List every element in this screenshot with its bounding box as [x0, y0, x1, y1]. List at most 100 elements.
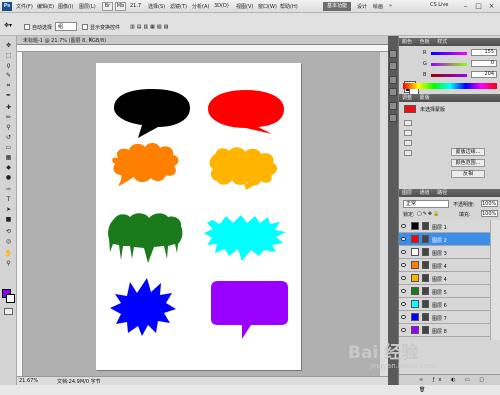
- marquee-tool-icon[interactable]: ⬚: [3, 52, 14, 60]
- eye-icon[interactable]: [401, 302, 406, 306]
- auto-select-checkbox[interactable]: [24, 24, 30, 30]
- path-select-tool-icon[interactable]: ➤: [3, 206, 14, 214]
- density-icon[interactable]: [404, 140, 412, 146]
- fill-field[interactable]: 100%: [481, 210, 498, 217]
- workspace-more-icon[interactable]: »: [389, 3, 392, 9]
- slider-g-track[interactable]: [431, 63, 467, 66]
- layer-row[interactable]: 图层 5: [399, 285, 490, 298]
- type-tool-icon[interactable]: T: [3, 196, 14, 204]
- workspace-paint-link[interactable]: 绘画: [373, 3, 383, 10]
- eye-icon[interactable]: [401, 289, 406, 293]
- character-panel-icon[interactable]: [389, 102, 397, 110]
- menu-layer[interactable]: 图层(L): [79, 3, 96, 10]
- zoom-tool-icon[interactable]: ⚲: [3, 260, 14, 268]
- lock-icons[interactable]: ▢✎✥🔒: [417, 211, 440, 217]
- actions-panel-icon[interactable]: [389, 62, 397, 70]
- pixel-mask-icon[interactable]: [404, 120, 412, 126]
- tab-styles[interactable]: 样式: [437, 38, 447, 46]
- hand-tool-icon[interactable]: ✋: [3, 250, 14, 258]
- mask-edge-button[interactable]: 蒙版边缘...: [451, 148, 485, 156]
- align-buttons-icon[interactable]: ▥▤▥▦▧▨: [130, 24, 170, 30]
- menu-3d[interactable]: 3D(D): [214, 3, 229, 9]
- history-brush-tool-icon[interactable]: ↺: [3, 134, 14, 142]
- 3d-rotate-tool-icon[interactable]: ⟲: [3, 228, 14, 236]
- layer-row[interactable]: 图层 4: [399, 259, 490, 272]
- slider-r[interactable]: R 155: [423, 49, 499, 57]
- speech-bubble-orange[interactable]: [112, 142, 179, 186]
- document-size-info[interactable]: 文档:24.9M/0 字节: [57, 378, 101, 385]
- slider-r-value[interactable]: 155: [471, 49, 497, 56]
- slider-g-value[interactable]: 0: [471, 60, 497, 67]
- brush-tool-icon[interactable]: ✏: [3, 114, 14, 122]
- show-transform-checkbox[interactable]: [82, 24, 88, 30]
- speech-bubble-green[interactable]: [108, 213, 183, 263]
- maximize-icon[interactable]: □: [473, 1, 484, 11]
- slider-b-track[interactable]: [431, 74, 467, 77]
- eye-icon[interactable]: [401, 237, 406, 241]
- 3d-camera-tool-icon[interactable]: ◎: [3, 238, 14, 246]
- brush-panel-icon[interactable]: [389, 76, 397, 84]
- workspace-design-link[interactable]: 设计: [357, 3, 367, 10]
- minibridge-icon[interactable]: Mb: [115, 2, 126, 11]
- speech-bubble-purple[interactable]: [211, 281, 288, 339]
- eyedropper-tool-icon[interactable]: ✒: [3, 92, 14, 100]
- tab-color[interactable]: 颜色: [402, 38, 412, 46]
- invert-button[interactable]: 反相: [451, 170, 485, 178]
- layer-row[interactable]: 图层 3: [399, 246, 490, 259]
- eye-icon[interactable]: [401, 276, 406, 280]
- lasso-tool-icon[interactable]: ϙ: [3, 62, 14, 70]
- tab-adjustments[interactable]: 调整: [402, 94, 412, 102]
- menu-window[interactable]: 窗口(W): [258, 3, 277, 10]
- eye-icon[interactable]: [401, 315, 406, 319]
- tab-swatches[interactable]: 色板: [420, 38, 430, 46]
- zoom-percentage-field[interactable]: 21.67%: [19, 378, 38, 384]
- slider-g[interactable]: G 0: [423, 60, 499, 68]
- menu-view[interactable]: 视图(V): [236, 3, 253, 10]
- crop-tool-icon[interactable]: ⌗: [3, 82, 14, 90]
- slider-r-track[interactable]: [431, 52, 467, 55]
- dodge-tool-icon[interactable]: ●: [3, 174, 14, 182]
- vector-mask-icon[interactable]: [404, 130, 412, 136]
- color-spectrum-bar[interactable]: [403, 83, 497, 89]
- vertical-scrollbar[interactable]: [380, 52, 388, 376]
- pen-tool-icon[interactable]: ✑: [3, 186, 14, 194]
- menu-file[interactable]: 文件(F): [16, 3, 33, 10]
- blur-tool-icon[interactable]: ◆: [3, 164, 14, 172]
- clone-stamp-tool-icon[interactable]: ⚲: [3, 124, 14, 132]
- layer-row[interactable]: 图层 1: [399, 220, 490, 233]
- document-tab[interactable]: 未标题-1 @ 21.7% (图层 8, RGB/8) ×: [17, 36, 388, 45]
- color-range-button[interactable]: 颜色范围...: [451, 159, 485, 167]
- quick-select-tool-icon[interactable]: ✎: [3, 72, 14, 80]
- menu-edit[interactable]: 编辑(E): [37, 3, 54, 10]
- paragraph-panel-icon[interactable]: [389, 114, 397, 122]
- feather-icon[interactable]: [404, 150, 412, 156]
- layer-row[interactable]: 图层 6: [399, 298, 490, 311]
- close-icon[interactable]: ×: [486, 1, 497, 11]
- move-tool-icon[interactable]: ✥: [3, 42, 14, 50]
- layer-row[interactable]: 图层 2: [399, 233, 490, 246]
- eye-icon[interactable]: [401, 224, 406, 228]
- tab-channels[interactable]: 通道: [420, 189, 430, 197]
- menu-filter[interactable]: 滤镜(T): [170, 3, 187, 10]
- shape-tool-icon[interactable]: ■: [3, 216, 14, 224]
- speech-bubble-black[interactable]: [114, 89, 190, 138]
- workspace-basic-button[interactable]: 基本功能: [323, 2, 351, 11]
- history-panel-icon[interactable]: [389, 50, 397, 58]
- cs-live-button[interactable]: CS Live: [430, 2, 448, 8]
- tab-layers[interactable]: 图层: [402, 189, 412, 197]
- tab-paths[interactable]: 路径: [437, 189, 447, 197]
- quick-mask-icon[interactable]: [4, 308, 13, 315]
- menu-image[interactable]: 图像(I): [58, 3, 73, 10]
- healing-tool-icon[interactable]: ✚: [3, 104, 14, 112]
- tab-masks[interactable]: 蒙版: [420, 94, 430, 102]
- layers-footer-icons[interactable]: ∞ ƒx ◐ ▭ ▢ 🗑: [399, 374, 500, 393]
- minimize-icon[interactable]: –: [460, 1, 471, 11]
- move-tool-preset-icon[interactable]: ✥▾: [4, 22, 20, 31]
- layer-row[interactable]: 图层 4: [399, 272, 490, 285]
- menu-select[interactable]: 选择(S): [148, 3, 165, 10]
- speech-bubble-cyan[interactable]: [204, 215, 286, 261]
- clone-source-panel-icon[interactable]: [389, 88, 397, 96]
- speech-bubble-red[interactable]: [208, 90, 284, 134]
- layer-row[interactable]: 图层 8: [399, 324, 490, 337]
- menu-help[interactable]: 帮助(H): [280, 3, 298, 10]
